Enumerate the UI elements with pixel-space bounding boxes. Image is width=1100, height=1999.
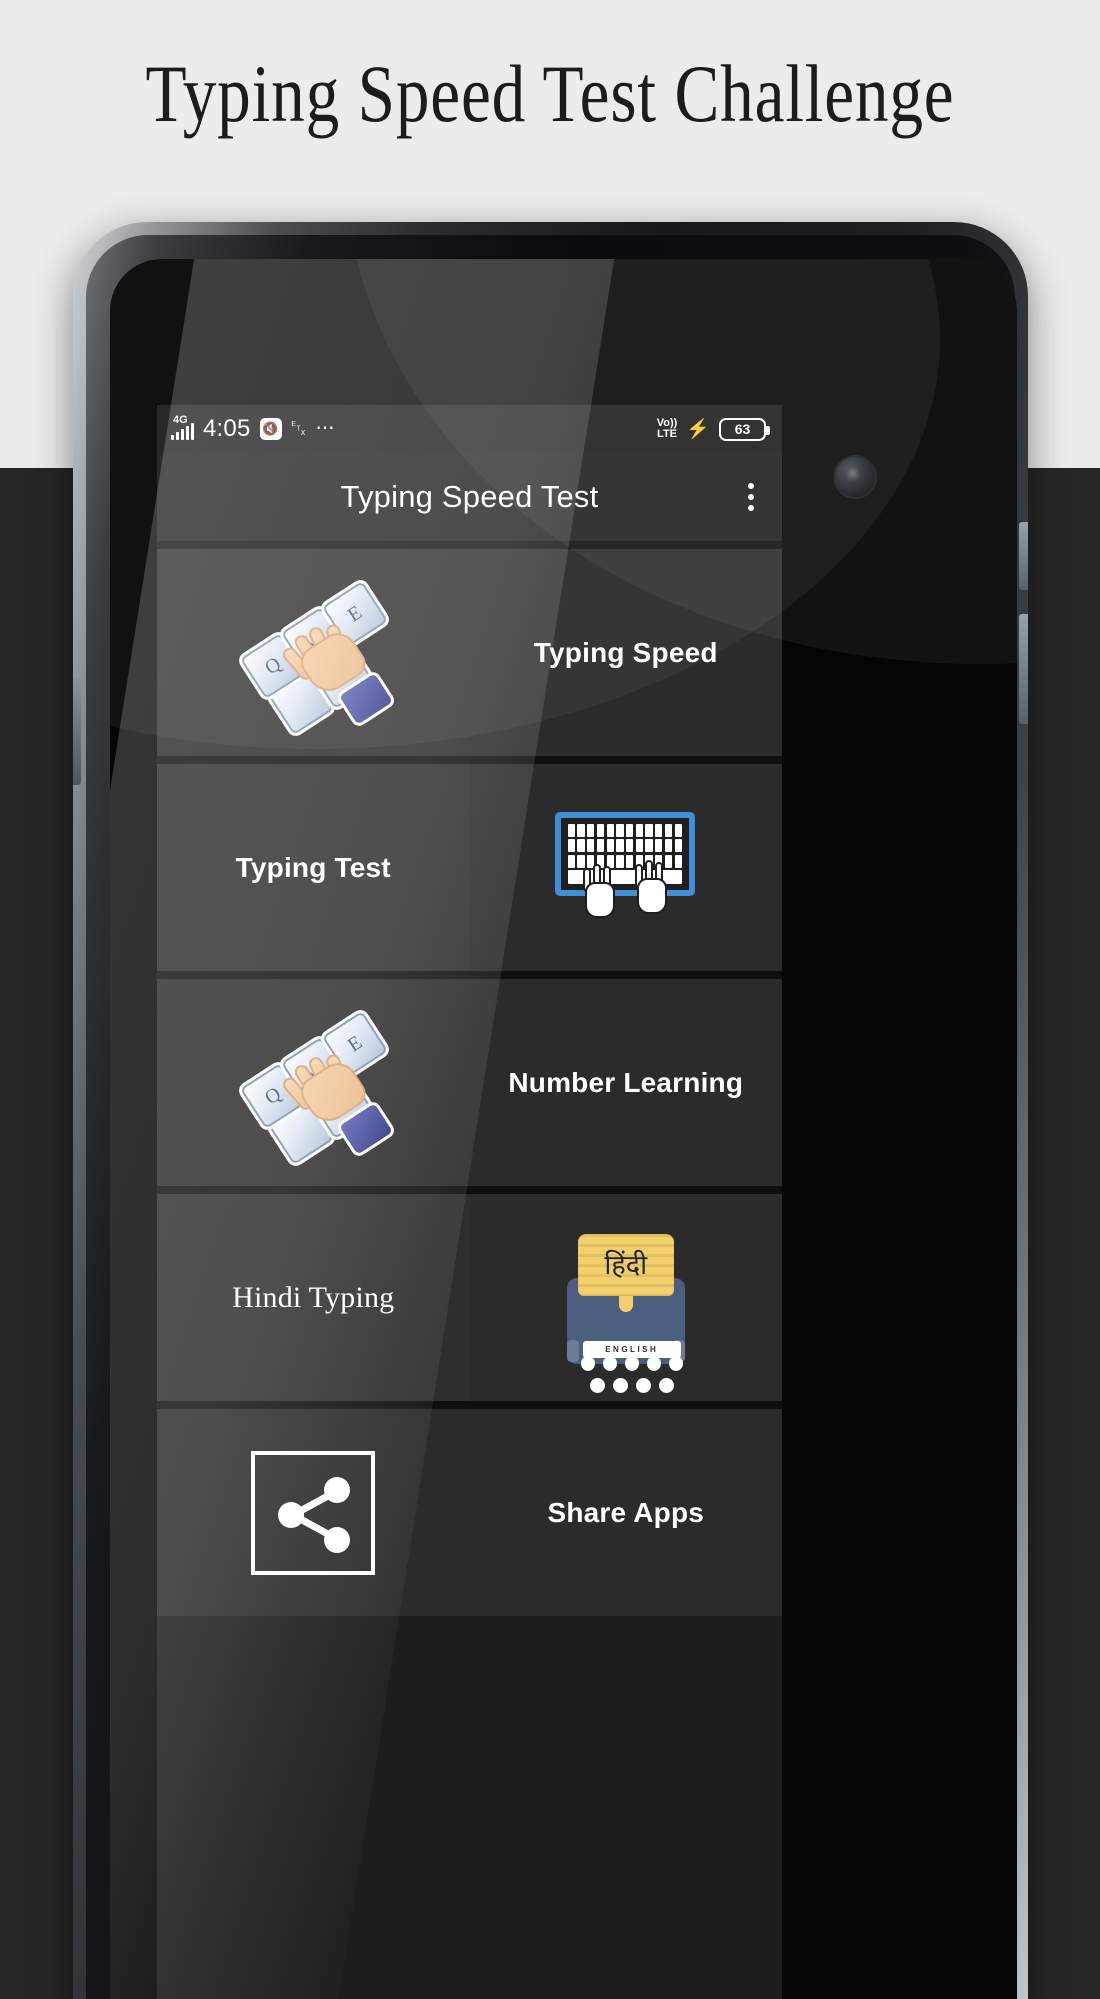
typewriter-keys-shape xyxy=(580,1355,683,1393)
charging-bolt-icon: ⚡ xyxy=(686,418,710,440)
status-bar-right-group: Vo)) LTE ⚡ 63 xyxy=(657,417,770,441)
right-hand-shape xyxy=(633,859,671,916)
side-button-left[interactable] xyxy=(73,677,81,785)
menu-item-label: Share Apps xyxy=(547,1496,705,1528)
battery-indicator: 63 xyxy=(719,417,770,441)
volume-button[interactable] xyxy=(1019,614,1028,724)
typewriter-spacebar-label: ENGLISH xyxy=(582,1340,681,1358)
app-bar-title: Typing Speed Test xyxy=(340,479,599,514)
usb-icon: ␃ xyxy=(290,418,307,440)
power-button[interactable] xyxy=(1019,522,1028,590)
qwe-keyboard-hand-icon: Q W E xyxy=(235,576,398,739)
menu-item-hindi-typing[interactable]: Hindi Typing ENGLISH हिंदी xyxy=(157,1194,782,1401)
menu-item-icon-cell: Q W E xyxy=(157,549,470,756)
menu-item-label: Number Learning xyxy=(508,1066,744,1098)
menu-item-number-learning[interactable]: Q W E xyxy=(157,979,782,1186)
menu-item-label-cell: Share Apps xyxy=(470,1409,783,1616)
volte-bottom-label: LTE xyxy=(657,428,678,440)
network-type-label: 4G xyxy=(173,414,188,426)
menu-item-label: Typing Test xyxy=(235,851,391,883)
menu-item-icon-cell xyxy=(157,1409,470,1616)
phone-front-face: 4G 4:05 🔇 ␃ ⋯ Vo)) LTE ⚡ 63 Typing Speed… xyxy=(110,259,1017,1999)
typewriter-knob-left xyxy=(566,1339,579,1362)
menu-item-icon-cell: ENGLISH हिंदी xyxy=(470,1194,783,1401)
menu-item-typing-speed[interactable]: Q W E xyxy=(157,549,782,756)
more-dots-icon: ⋯ xyxy=(315,418,337,439)
volte-icon: Vo)) LTE xyxy=(657,418,678,440)
menu-item-label-cell: Hindi Typing xyxy=(157,1194,470,1401)
typewriter-paper-shape: हिंदी xyxy=(577,1233,674,1296)
phone-device-frame: 4G 4:05 🔇 ␃ ⋯ Vo)) LTE ⚡ 63 Typing Speed… xyxy=(73,222,1028,1999)
front-camera-icon xyxy=(833,455,877,499)
status-bar: 4G 4:05 🔇 ␃ ⋯ Vo)) LTE ⚡ 63 xyxy=(157,405,782,453)
overflow-menu-icon[interactable] xyxy=(742,477,760,517)
status-bar-clock: 4:05 xyxy=(203,415,251,442)
menu-item-label: Typing Speed xyxy=(533,636,718,668)
app-bar: Typing Speed Test xyxy=(157,453,782,541)
status-bar-left-group: 4G 4:05 🔇 ␃ ⋯ xyxy=(171,415,337,443)
share-icon xyxy=(251,1450,376,1575)
phone-screen: 4G 4:05 🔇 ␃ ⋯ Vo)) LTE ⚡ 63 Typing Speed… xyxy=(157,405,782,1999)
battery-percent-label: 63 xyxy=(734,421,751,437)
keyboard-typing-hands-icon xyxy=(551,811,701,924)
left-hand-shape xyxy=(581,863,619,920)
hindi-typewriter-icon: ENGLISH हिंदी xyxy=(561,1230,691,1393)
hindi-paper-text: हिंदी xyxy=(604,1249,648,1280)
menu-item-icon-cell xyxy=(470,764,783,971)
menu-item-share-apps[interactable]: Share Apps xyxy=(157,1409,782,1616)
menu-item-label-cell: Typing Speed xyxy=(470,549,783,756)
keyboard-frame-shape xyxy=(554,811,695,896)
menu-item-label-cell: Typing Test xyxy=(157,764,470,971)
main-menu-list: Q W E xyxy=(157,541,782,1616)
menu-item-label-cell: Number Learning xyxy=(470,979,783,1186)
mute-icon: 🔇 xyxy=(259,418,282,440)
page-title: Typing Speed Test Challenge xyxy=(145,48,955,139)
menu-item-label: Hindi Typing xyxy=(232,1280,395,1314)
signal-strength-icon: 4G xyxy=(171,414,194,440)
menu-item-icon-cell: Q W E xyxy=(157,979,470,1186)
share-glyph xyxy=(278,1476,351,1553)
menu-item-typing-test[interactable]: Typing Test xyxy=(157,764,782,971)
qwe-keyboard-hand-icon: Q W E xyxy=(235,1006,398,1169)
phone-bezel: 4G 4:05 🔇 ␃ ⋯ Vo)) LTE ⚡ 63 Typing Speed… xyxy=(86,235,1017,1999)
